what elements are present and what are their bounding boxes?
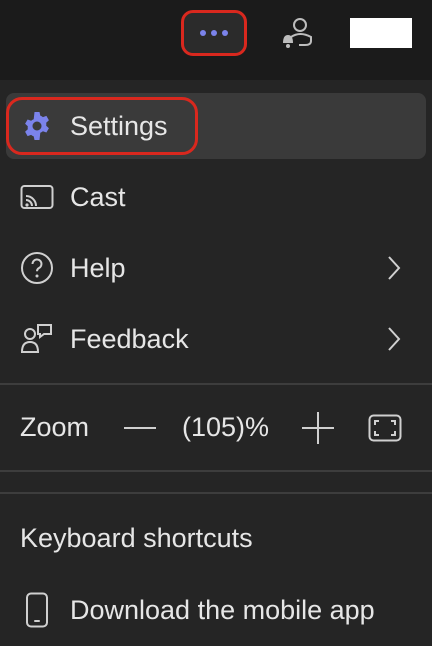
person-notification-icon	[283, 18, 312, 48]
more-dot	[211, 30, 217, 36]
menu-item-label: Cast	[70, 181, 126, 212]
more-options-menu: Settings Cast Help Feedback Zoom (105)% …	[0, 80, 432, 646]
menu-item-settings[interactable]: Settings	[6, 93, 426, 159]
chevron-right-icon	[384, 324, 404, 354]
more-dot	[222, 30, 228, 36]
zoom-value: (105)%	[182, 412, 270, 442]
more-options-button[interactable]	[181, 10, 247, 56]
menu-item-label: Download the mobile app	[70, 594, 375, 625]
cast-icon	[20, 180, 54, 214]
menu-divider	[0, 383, 432, 385]
settings-highlight-annotation	[6, 97, 198, 155]
menu-item-label: Feedback	[70, 323, 189, 354]
zoom-label: Zoom	[20, 412, 90, 442]
menu-item-download-mobile-app[interactable]: Download the mobile app	[6, 577, 426, 643]
menu-divider	[0, 470, 432, 472]
zoom-row: Zoom (105)%	[0, 392, 432, 464]
minus-icon	[124, 427, 156, 429]
feedback-icon	[20, 322, 54, 356]
top-bar	[0, 0, 432, 80]
help-circle-icon	[20, 251, 54, 285]
mobile-phone-icon	[20, 592, 54, 628]
plus-icon	[302, 412, 334, 444]
redacted-name-box	[350, 18, 412, 48]
menu-item-label: Help	[70, 252, 126, 283]
menu-divider	[0, 492, 432, 494]
more-horizontal-icon	[200, 30, 206, 36]
menu-item-help[interactable]: Help	[6, 235, 426, 301]
menu-item-cast[interactable]: Cast	[6, 164, 426, 230]
chevron-right-icon	[384, 253, 404, 283]
keyboard-shortcuts-item[interactable]: Keyboard shortcuts	[20, 523, 253, 554]
full-screen-button[interactable]	[367, 410, 403, 446]
full-screen-icon	[368, 414, 402, 442]
zoom-out-button[interactable]	[122, 412, 158, 444]
zoom-in-button[interactable]	[300, 410, 336, 446]
person-notification-button[interactable]	[276, 12, 318, 54]
menu-item-feedback[interactable]: Feedback	[6, 306, 426, 372]
